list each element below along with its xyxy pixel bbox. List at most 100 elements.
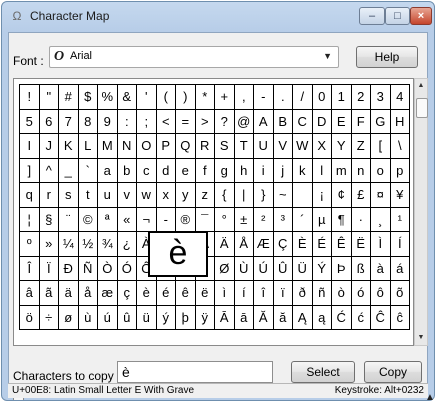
char-cell[interactable]: 4 <box>390 85 410 110</box>
char-cell[interactable]: Ú <box>254 256 274 281</box>
char-cell[interactable]: V <box>273 134 293 159</box>
char-cell[interactable]: ë <box>195 281 215 306</box>
char-cell[interactable]: ¼ <box>59 232 79 257</box>
char-cell[interactable]: l <box>312 158 332 183</box>
char-cell[interactable]: + <box>215 85 235 110</box>
char-cell[interactable]: _ <box>59 158 79 183</box>
char-cell[interactable]: X <box>312 134 332 159</box>
char-cell[interactable]: ¢ <box>332 183 352 208</box>
char-cell[interactable]: è <box>137 281 157 306</box>
copy-button[interactable]: Copy <box>364 361 422 383</box>
char-cell[interactable]: [ <box>371 134 391 159</box>
char-cell[interactable]: @ <box>234 109 254 134</box>
char-cell[interactable]: ç <box>117 281 137 306</box>
char-cell[interactable]: Ü <box>293 256 313 281</box>
char-cell[interactable]: g <box>215 158 235 183</box>
char-cell[interactable]: ~ <box>273 183 293 208</box>
maximize-button[interactable]: □ <box>385 7 410 25</box>
char-cell[interactable]: Ó <box>117 256 137 281</box>
char-cell[interactable]: ¨ <box>59 207 79 232</box>
char-cell[interactable]: > <box>195 109 215 134</box>
char-cell[interactable]: Þ <box>332 256 352 281</box>
char-cell[interactable]: ) <box>176 85 196 110</box>
char-cell[interactable]: Ê <box>332 232 352 257</box>
char-cell[interactable]: ñ <box>312 281 332 306</box>
char-cell[interactable]: t <box>78 183 98 208</box>
char-cell[interactable]: i <box>254 158 274 183</box>
char-cell[interactable]: ò <box>332 281 352 306</box>
char-cell[interactable]: â <box>20 281 40 306</box>
char-cell[interactable]: # <box>59 85 79 110</box>
char-cell[interactable]: ¯ <box>195 207 215 232</box>
char-cell[interactable]: ö <box>20 305 40 330</box>
char-cell[interactable]: - <box>254 85 274 110</box>
grid-scrollbar[interactable]: ▲ ▼ <box>414 78 428 346</box>
char-cell[interactable]: î <box>254 281 274 306</box>
char-cell[interactable]: L <box>78 134 98 159</box>
char-cell[interactable]: Y <box>332 134 352 159</box>
char-cell[interactable] <box>293 183 313 208</box>
char-cell[interactable]: ø <box>59 305 79 330</box>
close-button[interactable]: × <box>410 7 432 25</box>
char-cell[interactable]: ą <box>312 305 332 330</box>
char-cell[interactable]: { <box>215 183 235 208</box>
char-cell[interactable]: é <box>156 281 176 306</box>
char-cell[interactable]: 8 <box>78 109 98 134</box>
char-cell[interactable]: û <box>117 305 137 330</box>
char-cell[interactable]: Ð <box>59 256 79 281</box>
char-cell[interactable]: Æ <box>254 232 274 257</box>
char-cell[interactable]: r <box>39 183 59 208</box>
char-cell[interactable]: ª <box>98 207 118 232</box>
char-cell[interactable]: ĉ <box>390 305 410 330</box>
char-cell[interactable]: « <box>117 207 137 232</box>
char-cell[interactable]: ¥ <box>390 183 410 208</box>
char-cell[interactable]: ¸ <box>371 207 391 232</box>
char-cell[interactable]: ô <box>371 281 391 306</box>
char-cell[interactable]: ? <box>215 109 235 134</box>
char-cell[interactable]: Ý <box>312 256 332 281</box>
char-cell[interactable]: k <box>293 158 313 183</box>
char-cell[interactable]: u <box>98 183 118 208</box>
scroll-up-icon[interactable]: ▲ <box>415 79 427 93</box>
char-cell[interactable]: ÿ <box>195 305 215 330</box>
char-cell[interactable]: K <box>59 134 79 159</box>
char-cell[interactable]: G <box>371 109 391 134</box>
char-cell[interactable]: Ą <box>293 305 313 330</box>
char-cell[interactable]: ] <box>20 158 40 183</box>
char-cell[interactable]: < <box>156 109 176 134</box>
char-cell[interactable]: 2 <box>351 85 371 110</box>
char-cell[interactable]: H <box>390 109 410 134</box>
char-cell[interactable]: õ <box>390 281 410 306</box>
char-cell[interactable]: ó <box>351 281 371 306</box>
char-cell[interactable]: Ø <box>215 256 235 281</box>
char-cell[interactable]: © <box>78 207 98 232</box>
char-cell[interactable]: 3 <box>371 85 391 110</box>
char-cell[interactable]: W <box>293 134 313 159</box>
char-cell[interactable]: ü <box>137 305 157 330</box>
char-cell[interactable]: Ç <box>273 232 293 257</box>
char-cell[interactable]: ¾ <box>98 232 118 257</box>
char-cell[interactable]: / <box>293 85 313 110</box>
char-cell[interactable]: ð <box>293 281 313 306</box>
char-cell[interactable]: ÷ <box>39 305 59 330</box>
scroll-thumb[interactable] <box>416 98 428 118</box>
font-dropdown[interactable]: O Arial ▼ <box>49 46 339 68</box>
char-cell[interactable]: U <box>254 134 274 159</box>
char-cell[interactable]: x <box>156 183 176 208</box>
char-cell[interactable]: ! <box>20 85 40 110</box>
char-cell[interactable]: T <box>234 134 254 159</box>
char-cell[interactable]: & <box>117 85 137 110</box>
char-cell[interactable]: D <box>312 109 332 134</box>
char-cell[interactable]: ½ <box>78 232 98 257</box>
char-cell[interactable]: j <box>273 158 293 183</box>
char-cell[interactable]: a <box>98 158 118 183</box>
char-cell[interactable]: ă <box>273 305 293 330</box>
char-cell[interactable]: b <box>117 158 137 183</box>
char-cell[interactable]: á <box>390 256 410 281</box>
char-cell[interactable]: Å <box>234 232 254 257</box>
char-cell[interactable]: 6 <box>39 109 59 134</box>
char-cell[interactable]: ¡ <box>312 183 332 208</box>
char-cell[interactable]: ú <box>98 305 118 330</box>
char-cell[interactable]: f <box>195 158 215 183</box>
char-cell[interactable]: Z <box>351 134 371 159</box>
